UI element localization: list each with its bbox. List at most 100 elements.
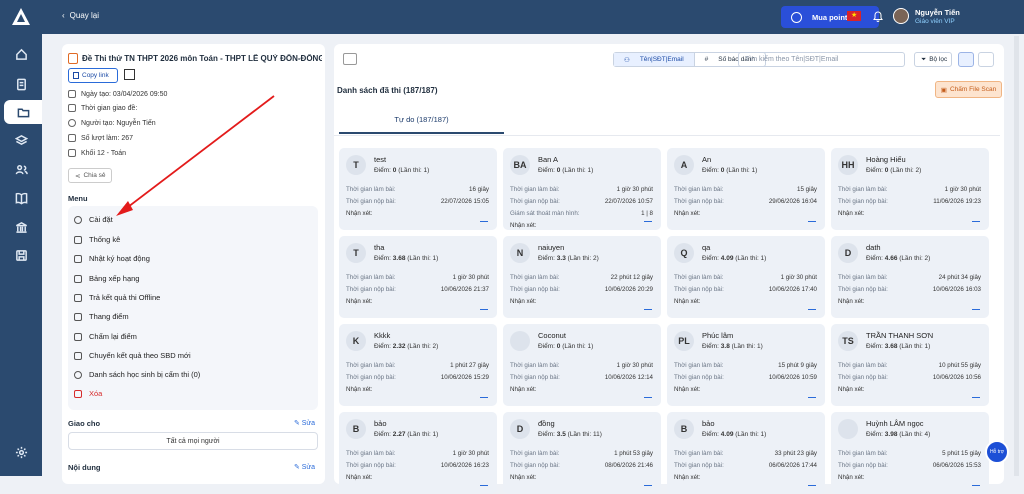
result-card[interactable]: BA Ban A Điểm: 0 (Lần thi: 1) Thời gian làm… bbox=[503, 148, 661, 230]
nav-home-icon[interactable] bbox=[6, 42, 36, 66]
row-label: Thời gian làm bài: bbox=[838, 450, 888, 457]
scrollbar[interactable] bbox=[1014, 36, 1019, 476]
filter-icon: ⏷ bbox=[921, 55, 927, 63]
menu-item-activity-log[interactable]: Nhật ký hoạt động bbox=[74, 254, 150, 263]
nav-book-icon[interactable] bbox=[6, 186, 36, 210]
result-card[interactable]: Ttest Điểm: 0 (Lần thi: 1) Thời gian làm b… bbox=[339, 148, 497, 230]
copy-link-button[interactable]: Copy link bbox=[68, 68, 118, 83]
search-input[interactable]: Tìm kiếm theo Tên|SĐT|Email bbox=[738, 52, 905, 67]
assign-all-button[interactable]: Tất cả mọi người bbox=[68, 432, 318, 450]
result-card[interactable]: PL Phúc lâm Điểm: 3.8 (Lần thi: 1) Thời gia… bbox=[667, 324, 825, 406]
trash-icon bbox=[74, 389, 82, 398]
submit-time-row: Thời gian nộp bài: 10/06/2026 15:29 bbox=[346, 374, 489, 381]
edit-comment-icon[interactable] bbox=[480, 214, 488, 222]
support-chat-button[interactable]: Hỗ trợ bbox=[985, 440, 1009, 464]
menu-item-regrade[interactable]: Chấm lại điểm bbox=[74, 332, 137, 341]
student-name[interactable]: bảo bbox=[374, 419, 387, 428]
assign-edit-button[interactable]: ✎ Sửa bbox=[294, 419, 315, 427]
search-mode-name[interactable]: ⚇ Tên|SĐT|Email bbox=[614, 53, 695, 66]
edit-comment-icon[interactable] bbox=[808, 390, 816, 398]
nav-users-icon[interactable] bbox=[6, 157, 36, 181]
submit-time-row: Thời gian nộp bài: 10/06/2026 21:37 bbox=[346, 286, 489, 293]
nav-bank-icon[interactable] bbox=[6, 215, 36, 239]
menu-item-delete[interactable]: Xóa bbox=[74, 389, 102, 398]
edit-comment-icon[interactable] bbox=[480, 390, 488, 398]
edit-comment-icon[interactable] bbox=[972, 478, 980, 486]
result-card[interactable]: Dđồng Điểm: 3.5 (Lần thi: 11) Thời gian là… bbox=[503, 412, 661, 494]
qr-code-icon[interactable] bbox=[124, 69, 135, 80]
nav-folder-icon[interactable] bbox=[4, 100, 42, 124]
edit-comment-icon[interactable] bbox=[972, 214, 980, 222]
nav-document-icon[interactable] bbox=[6, 72, 36, 96]
edit-comment-icon[interactable] bbox=[808, 214, 816, 222]
student-name[interactable]: qa bbox=[702, 243, 710, 252]
student-name[interactable]: Coconut bbox=[538, 331, 566, 340]
student-name[interactable]: Phúc lâm bbox=[702, 331, 733, 340]
student-name[interactable]: Huỳnh LÂM ngọc bbox=[866, 419, 924, 428]
bell-icon[interactable] bbox=[873, 10, 883, 22]
row-value: 22 phút 12 giây bbox=[610, 274, 653, 281]
edit-comment-icon[interactable] bbox=[644, 478, 652, 486]
edit-comment-icon[interactable] bbox=[480, 478, 488, 486]
result-card[interactable]: Bbảo Điểm: 4.09 (Lần thi: 1) Thời gian làm… bbox=[667, 412, 825, 494]
edit-comment-icon[interactable] bbox=[480, 302, 488, 310]
menu-item-statistics[interactable]: Thống kê bbox=[74, 235, 120, 244]
student-name[interactable]: TRẦN THANH SƠN bbox=[866, 331, 933, 340]
submit-time-row: Thời gian nộp bài: 10/06/2026 20:29 bbox=[510, 286, 653, 293]
student-name[interactable]: dath bbox=[866, 243, 881, 252]
student-name[interactable]: Ban A bbox=[538, 155, 558, 164]
vietnam-flag-icon[interactable] bbox=[847, 11, 861, 21]
student-name[interactable]: bảo bbox=[702, 419, 715, 428]
content-edit-button[interactable]: ✎ Sửa bbox=[294, 463, 315, 471]
score-label: Điểm: bbox=[374, 167, 391, 174]
result-card[interactable]: Ddath Điểm: 4.66 (Lần thi: 2) Thời gian là… bbox=[831, 236, 989, 318]
user-name[interactable]: Nguyễn Tiến bbox=[915, 8, 960, 17]
menu-item-leaderboard[interactable]: Bảng xếp hạng bbox=[74, 274, 139, 283]
result-card[interactable]: Nnaiuyen Điểm: 3.3 (Lần thi: 2) Thời gian … bbox=[503, 236, 661, 318]
menu-item-transfer-sbd[interactable]: Chuyển kết quả theo SBD mới bbox=[74, 351, 191, 360]
student-name[interactable]: đồng bbox=[538, 419, 555, 428]
nav-save-icon[interactable] bbox=[6, 243, 36, 267]
result-card[interactable]: HH Hoàng Hiếu Điểm: 0 (Lần thi: 2) Thời gia… bbox=[831, 148, 989, 230]
result-card[interactable]: Huỳnh LÂM ngọc Điểm: 3.98 (Lần thi: 4) Thờ… bbox=[831, 412, 989, 494]
filter-button[interactable]: ⏷ Bộ lọc bbox=[914, 52, 952, 67]
student-name[interactable]: naiuyen bbox=[538, 243, 564, 252]
time-spent-row: Thời gian làm bài: 22 phút 12 giây bbox=[510, 274, 653, 281]
menu-item-score-scale[interactable]: Thang điểm bbox=[74, 312, 129, 321]
nav-layers-icon[interactable] bbox=[6, 128, 36, 152]
student-name[interactable]: Kkkk bbox=[374, 331, 390, 340]
result-card[interactable]: Coconut Điểm: 0 (Lần thi: 1) Thời gian làm… bbox=[503, 324, 661, 406]
tab-free[interactable]: Tự do (187/187) bbox=[339, 115, 504, 134]
student-name[interactable]: An bbox=[702, 155, 711, 164]
edit-comment-icon[interactable] bbox=[808, 478, 816, 486]
avatar[interactable] bbox=[893, 8, 909, 24]
grid-view-icon[interactable] bbox=[978, 52, 994, 67]
edit-comment-icon[interactable] bbox=[644, 302, 652, 310]
result-card[interactable]: Qqa Điểm: 4.09 (Lần thi: 1) Thời gian làm … bbox=[667, 236, 825, 318]
menu-item-offline-results[interactable]: Trả kết quả thi Offline bbox=[74, 293, 160, 302]
result-card[interactable]: A An Điểm: 0 (Lần thi: 1) Thời gian làm bài… bbox=[667, 148, 825, 230]
nav-settings-icon[interactable] bbox=[6, 440, 36, 464]
edit-comment-icon[interactable] bbox=[972, 390, 980, 398]
result-card[interactable]: K Kkkk Điểm: 2.32 (Lần thi: 2) Thời gian là… bbox=[339, 324, 497, 406]
scan-file-button[interactable]: ▣ Chấm File Scan bbox=[935, 81, 1002, 98]
result-card[interactable]: TS TRẦN THANH SƠN Điểm: 3.68 (Lần thi: 1) T… bbox=[831, 324, 989, 406]
menu-item-banned-list[interactable]: Danh sách học sinh bị cấm thi (0) bbox=[74, 370, 200, 379]
result-card[interactable]: Bbảo Điểm: 2.27 (Lần thi: 1) Thời gian làm… bbox=[339, 412, 497, 494]
share-button[interactable]: ⋖ Chia sẻ bbox=[68, 168, 112, 183]
student-name[interactable]: Hoàng Hiếu bbox=[866, 155, 906, 164]
row-label: Thời gian nộp bài: bbox=[346, 462, 396, 469]
edit-comment-icon[interactable] bbox=[644, 214, 652, 222]
row-label: Nhận xét: bbox=[346, 386, 373, 393]
edit-comment-icon[interactable] bbox=[972, 302, 980, 310]
student-name[interactable]: tha bbox=[374, 243, 384, 252]
student-name[interactable]: test bbox=[374, 155, 386, 164]
sidebar-toggle-icon[interactable] bbox=[343, 53, 357, 65]
list-view-icon[interactable] bbox=[958, 52, 974, 67]
edit-comment-icon[interactable] bbox=[644, 390, 652, 398]
back-button[interactable]: ‹ Quay lại bbox=[62, 11, 99, 20]
buy-points-button[interactable]: Mua point bbox=[781, 6, 879, 28]
menu-item-settings[interactable]: Cài đặt bbox=[74, 215, 113, 224]
result-card[interactable]: Ttha Điểm: 3.68 (Lần thi: 1) Thời gian làm… bbox=[339, 236, 497, 318]
edit-comment-icon[interactable] bbox=[808, 302, 816, 310]
